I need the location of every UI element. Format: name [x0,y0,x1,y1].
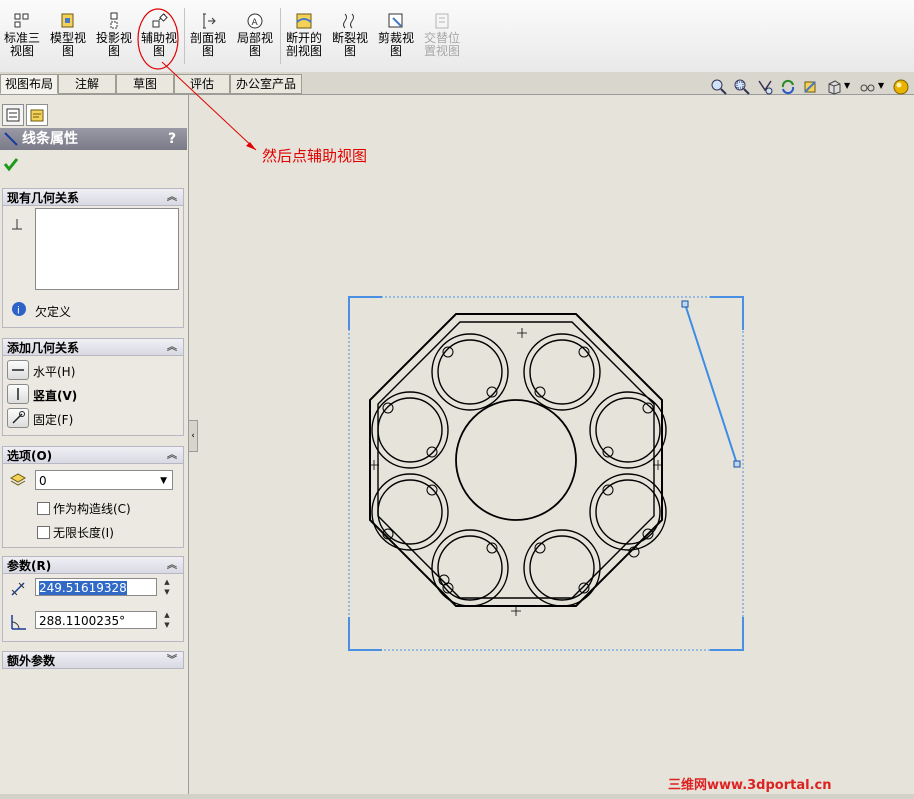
sketch-line[interactable] [684,303,738,465]
line-endpoint-handle[interactable] [681,300,689,308]
bolt-holes [382,346,654,594]
part-drawing [369,313,667,607]
center-marks [369,328,663,616]
arrowhead [246,142,256,150]
drawing-view[interactable] [340,290,752,658]
watermark: 三维网www.3dportal.cn [668,778,832,793]
annotation-arrow [161,61,257,151]
status-bar [0,794,914,799]
line-endpoint-handle[interactable] [733,460,741,468]
highlight-ellipse [137,8,179,70]
annotation-text: 然后点辅助视图 [262,147,368,165]
